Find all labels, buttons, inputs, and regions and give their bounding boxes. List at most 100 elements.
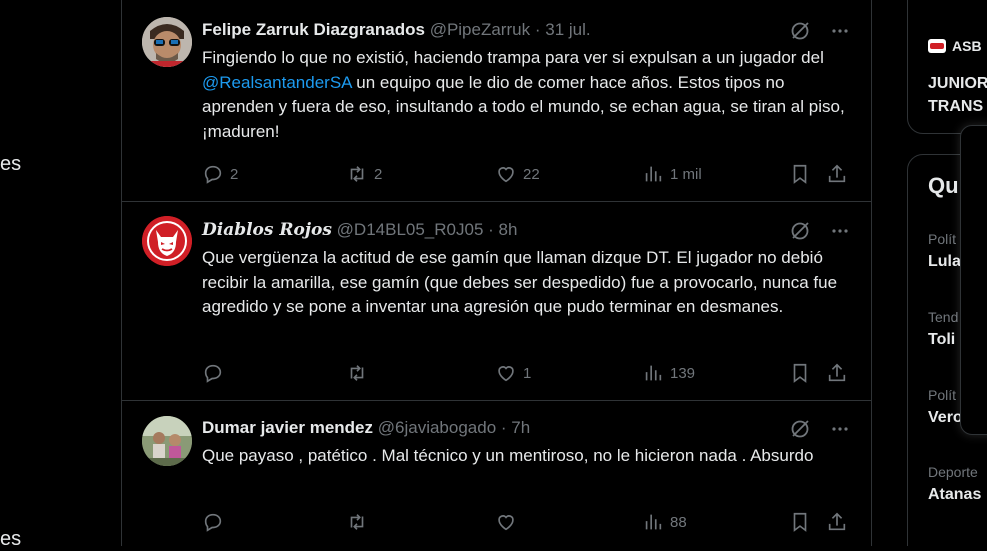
trend-item[interactable]: Polít Vero bbox=[928, 387, 963, 427]
views-button[interactable]: 88 bbox=[642, 510, 687, 534]
header-actions bbox=[789, 20, 851, 42]
share-icon bbox=[828, 164, 846, 183]
retweet-button[interactable] bbox=[346, 510, 374, 534]
share-icon bbox=[828, 363, 846, 382]
reply-count: 2 bbox=[230, 165, 239, 183]
more-options-icon[interactable] bbox=[829, 220, 851, 242]
like-button[interactable]: 1 bbox=[495, 361, 531, 385]
retweet-button[interactable] bbox=[346, 361, 374, 385]
timestamp[interactable]: 31 jul. bbox=[545, 20, 590, 39]
tweet-actions: 88 bbox=[202, 510, 852, 534]
timestamp[interactable]: 8h bbox=[499, 220, 518, 239]
tweet-actions: 1 139 bbox=[202, 361, 852, 385]
reply-button[interactable]: 2 bbox=[202, 162, 238, 186]
trend-category: Deporte bbox=[928, 464, 978, 480]
header-actions bbox=[789, 418, 851, 440]
view-count: 88 bbox=[670, 513, 687, 531]
tweet-header: Felipe Zarruk Diazgranados @PipeZarruk ·… bbox=[202, 20, 851, 42]
tweet-text-part: Fingiendo lo que no existió, haciendo tr… bbox=[202, 48, 824, 67]
tweet[interactable]: Diablos Rojos @D14BL05_R0J05 · 8h Que ve… bbox=[122, 202, 871, 401]
trend-name: Vero bbox=[928, 409, 963, 426]
tweet-actions: 2 2 22 1 mil bbox=[202, 162, 852, 186]
trend-source-name: ASB bbox=[952, 38, 982, 54]
tweet-header: Dumar javier mendez @6javiabogado · 7h bbox=[202, 418, 851, 440]
retweet-button[interactable]: 2 bbox=[346, 162, 382, 186]
trend-name: Atanas bbox=[928, 486, 982, 503]
views-chart-icon bbox=[645, 514, 662, 530]
retweet-icon bbox=[350, 166, 364, 182]
trend-source: ASB bbox=[928, 38, 982, 54]
asb-logo-icon bbox=[928, 39, 946, 53]
nav-item-label[interactable]: es bbox=[0, 528, 21, 551]
heart-icon bbox=[498, 167, 514, 183]
like-button[interactable]: 22 bbox=[495, 162, 540, 186]
avatar[interactable] bbox=[142, 17, 192, 67]
view-count: 1 mil bbox=[670, 165, 702, 183]
bookmark-button[interactable] bbox=[789, 361, 811, 385]
reply-icon bbox=[204, 364, 222, 383]
tweet-text: Que vergüenza la actitud de ese gamín qu… bbox=[202, 248, 838, 316]
separator-dot: · bbox=[488, 220, 494, 239]
tweet[interactable]: Felipe Zarruk Diazgranados @PipeZarruk ·… bbox=[122, 0, 871, 202]
timeline: Felipe Zarruk Diazgranados @PipeZarruk ·… bbox=[121, 0, 872, 546]
separator-dot: · bbox=[500, 418, 507, 437]
share-button[interactable] bbox=[826, 510, 848, 534]
view-count: 139 bbox=[670, 364, 696, 382]
trend-category: Polít bbox=[928, 231, 957, 247]
tweet-text: Que payaso , patético . Mal técnico y un… bbox=[202, 446, 814, 465]
bookmark-button[interactable] bbox=[789, 162, 811, 186]
reply-button[interactable] bbox=[202, 361, 230, 385]
trend-item[interactable]: Deporte Atanas bbox=[928, 464, 981, 504]
share-icon bbox=[828, 512, 846, 531]
views-button[interactable]: 1 mil bbox=[642, 162, 702, 186]
user-handle[interactable]: @D14BL05_R0J05 bbox=[337, 220, 484, 239]
bookmark-icon bbox=[793, 164, 807, 184]
trend-name: Toli bbox=[928, 331, 956, 348]
hover-popover bbox=[960, 125, 987, 435]
avatar[interactable] bbox=[142, 416, 192, 466]
grok-icon[interactable] bbox=[789, 418, 811, 440]
share-button[interactable] bbox=[826, 361, 848, 385]
mention-link[interactable]: @RealsantanderSA bbox=[202, 73, 352, 92]
reply-button[interactable] bbox=[202, 510, 230, 534]
trend-headline-line: JUNIOR bbox=[928, 75, 987, 92]
display-name[interactable]: Dumar javier mendez bbox=[202, 418, 373, 437]
bookmark-button[interactable] bbox=[789, 510, 811, 534]
grok-icon[interactable] bbox=[789, 220, 811, 242]
user-handle[interactable]: @PipeZarruk bbox=[430, 20, 530, 39]
more-options-icon[interactable] bbox=[829, 20, 851, 42]
retweet-count: 2 bbox=[374, 165, 383, 183]
trend-headline-line: TRANS bbox=[928, 98, 984, 115]
views-chart-icon bbox=[645, 365, 662, 381]
grok-icon[interactable] bbox=[789, 20, 811, 42]
retweet-icon bbox=[350, 365, 364, 381]
retweet-icon bbox=[350, 514, 364, 530]
like-button[interactable] bbox=[495, 510, 523, 534]
views-button[interactable]: 139 bbox=[642, 361, 695, 385]
section-title: Qu bbox=[928, 173, 959, 198]
share-button[interactable] bbox=[826, 162, 848, 186]
avatar[interactable] bbox=[142, 216, 192, 266]
trend-item[interactable]: Polít Lula bbox=[928, 231, 961, 271]
display-name[interactable]: Felipe Zarruk Diazgranados bbox=[202, 20, 425, 39]
heart-icon bbox=[498, 366, 514, 382]
like-count: 1 bbox=[523, 364, 532, 382]
trend-name: Lula bbox=[928, 253, 961, 270]
tweet-header: Diablos Rojos @D14BL05_R0J05 · 8h bbox=[202, 220, 851, 242]
trend-category: Tend bbox=[928, 309, 959, 325]
trend-headline: JUNIOR TRANS bbox=[928, 72, 987, 118]
trend-item[interactable]: Tend Toli bbox=[928, 309, 958, 349]
like-count: 22 bbox=[523, 165, 540, 183]
bookmark-icon bbox=[793, 363, 807, 383]
trend-ad-card[interactable]: ASB JUNIOR TRANS bbox=[907, 0, 987, 134]
left-nav: es es bbox=[0, 0, 121, 550]
tweet[interactable]: Dumar javier mendez @6javiabogado · 7h Q… bbox=[122, 401, 871, 546]
display-name[interactable]: Diablos Rojos bbox=[202, 220, 332, 240]
header-actions bbox=[789, 220, 851, 242]
user-handle[interactable]: @6javiabogado bbox=[378, 418, 496, 437]
timestamp[interactable]: 7h bbox=[511, 418, 530, 437]
bookmark-icon bbox=[793, 512, 807, 532]
more-options-icon[interactable] bbox=[829, 418, 851, 440]
separator-dot: · bbox=[534, 20, 541, 39]
nav-item-label[interactable]: es bbox=[0, 153, 21, 176]
